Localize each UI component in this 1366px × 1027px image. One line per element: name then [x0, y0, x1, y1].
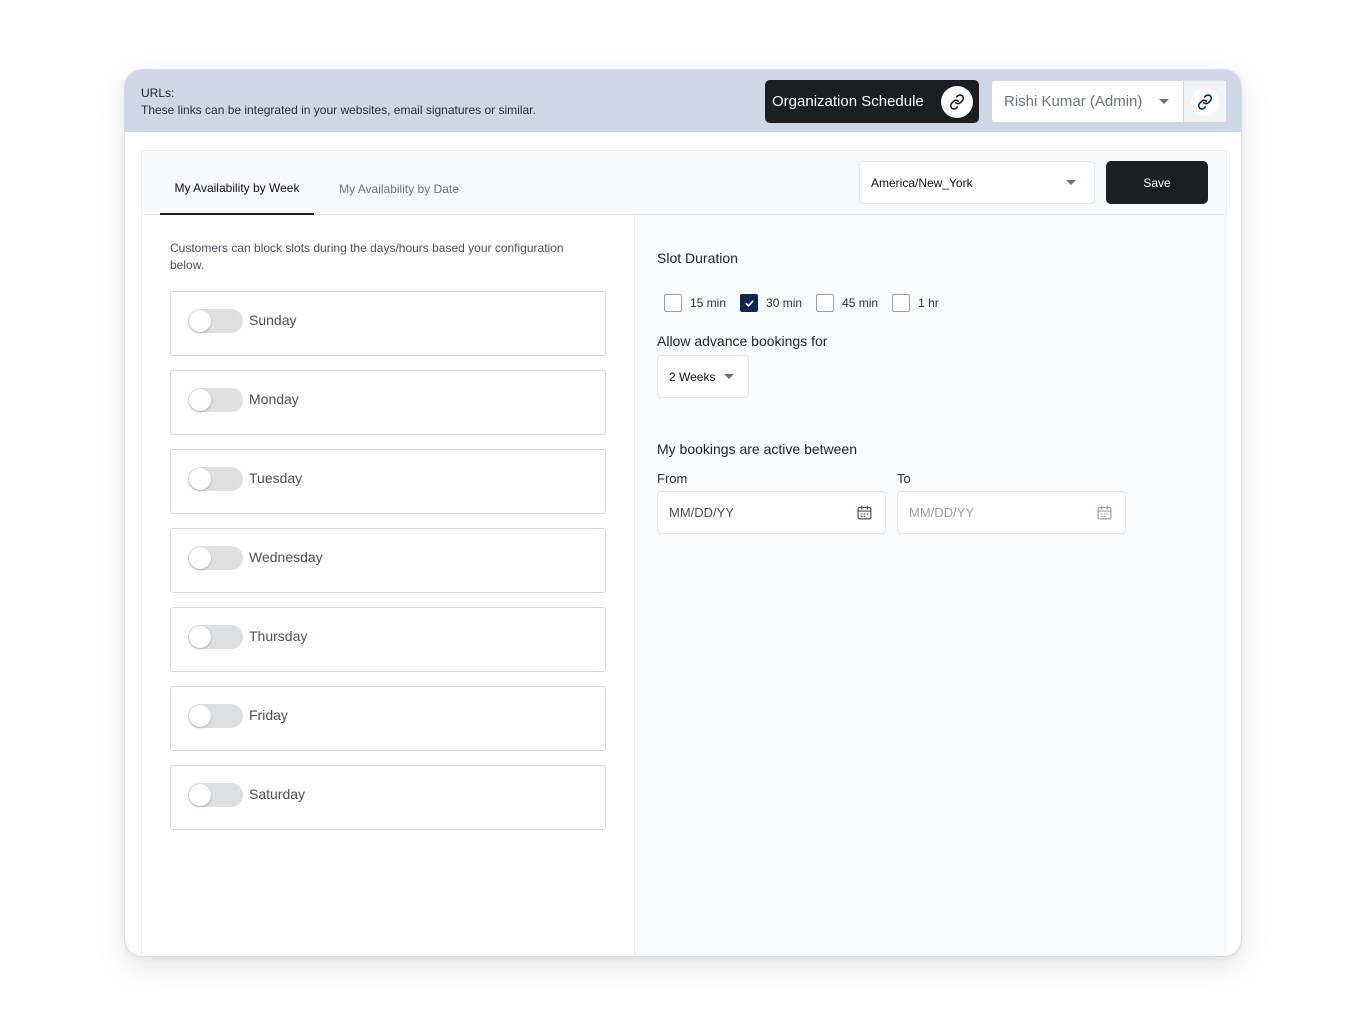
slot-option-45-min[interactable]: 45 min [816, 294, 878, 312]
advance-booking-value: 2 Weeks [669, 369, 716, 384]
active-between-title: My bookings are active between [657, 441, 857, 457]
day-card-tuesday: Tuesday [170, 449, 606, 514]
checkmark-icon [744, 299, 754, 307]
user-link-button[interactable] [1183, 81, 1226, 122]
day-toggle[interactable] [188, 467, 243, 491]
advance-booking-select[interactable]: 2 Weeks [657, 355, 749, 398]
day-card-friday: Friday [170, 686, 606, 751]
availability-panel: My Availability by Week My Availability … [141, 150, 1227, 956]
day-label: Sunday [249, 312, 297, 328]
availability-description: Customers can block slots during the day… [170, 241, 564, 272]
day-label: Tuesday [249, 470, 303, 486]
save-button[interactable]: Save [1106, 161, 1208, 204]
chevron-down-icon [1066, 180, 1076, 185]
chevron-down-icon [724, 374, 735, 379]
day-card-sunday: Sunday [170, 291, 606, 356]
checkbox-label: 30 min [766, 296, 803, 310]
day-label: Monday [249, 391, 299, 407]
tab-availability-by-date[interactable]: My Availability by Date [328, 151, 470, 215]
schedule-card: URLs: These links can be integrated in y… [124, 69, 1242, 957]
timezone-value: America/New_York [871, 175, 973, 190]
urls-description: These links can be integrated in your we… [141, 103, 536, 117]
user-select-value: Rishi Kumar (Admin) [1004, 93, 1143, 110]
tab-availability-by-week[interactable]: My Availability by Week [160, 151, 314, 215]
day-label: Thursday [249, 628, 308, 644]
tabs-bar: My Availability by Week My Availability … [142, 151, 1226, 215]
slot-duration-options: 15 min 30 min 45 min 1 hr [664, 294, 953, 312]
day-label: Wednesday [249, 549, 323, 565]
slot-option-15-min[interactable]: 15 min [664, 294, 726, 312]
checkbox[interactable] [740, 294, 759, 312]
day-card-thursday: Thursday [170, 607, 606, 672]
slot-option-1-hr[interactable]: 1 hr [892, 294, 939, 312]
checkbox[interactable] [664, 294, 682, 312]
slot-duration-title: Slot Duration [657, 250, 738, 266]
from-date-field[interactable]: MM/DD/YY [657, 491, 886, 534]
to-label: To [897, 471, 911, 486]
link-icon [1191, 87, 1219, 116]
weekly-availability-column: Customers can block slots during the day… [142, 215, 635, 956]
day-toggle[interactable] [188, 625, 243, 649]
link-icon[interactable] [941, 85, 973, 118]
day-card-saturday: Saturday [170, 765, 606, 830]
checkbox-label: 45 min [842, 296, 879, 310]
settings-column: Slot Duration 15 min 30 min 45 min 1 hr … [635, 215, 1227, 956]
day-label: Saturday [249, 786, 306, 802]
day-label: Friday [249, 707, 288, 723]
chevron-down-icon [1159, 99, 1169, 104]
organization-schedule-button[interactable]: Organization Schedule [765, 80, 979, 123]
day-toggle[interactable] [188, 388, 243, 412]
day-card-monday: Monday [170, 370, 606, 435]
advance-booking-title: Allow advance bookings for [657, 333, 828, 349]
urls-title: URLs: [141, 86, 175, 100]
day-toggle[interactable] [188, 704, 243, 728]
from-label: From [657, 471, 688, 486]
organization-schedule-label: Organization Schedule [772, 93, 924, 110]
day-toggle[interactable] [188, 309, 243, 333]
day-card-wednesday: Wednesday [170, 528, 606, 593]
checkbox-label: 1 hr [918, 296, 939, 310]
checkbox[interactable] [892, 294, 911, 312]
calendar-icon[interactable] [856, 504, 873, 521]
checkbox[interactable] [816, 294, 835, 312]
to-date-placeholder: MM/DD/YY [909, 505, 974, 520]
slot-option-30-min[interactable]: 30 min [740, 294, 802, 312]
timezone-select[interactable]: America/New_York [859, 161, 1095, 204]
day-toggle[interactable] [188, 783, 243, 807]
calendar-icon[interactable] [1096, 504, 1113, 521]
urls-bar: URLs: These links can be integrated in y… [125, 70, 1241, 132]
user-select[interactable]: Rishi Kumar (Admin) [991, 80, 1227, 123]
from-date-placeholder: MM/DD/YY [669, 505, 734, 520]
day-toggle[interactable] [188, 546, 243, 570]
to-date-field[interactable]: MM/DD/YY [897, 491, 1126, 534]
checkbox-label: 15 min [690, 296, 727, 310]
